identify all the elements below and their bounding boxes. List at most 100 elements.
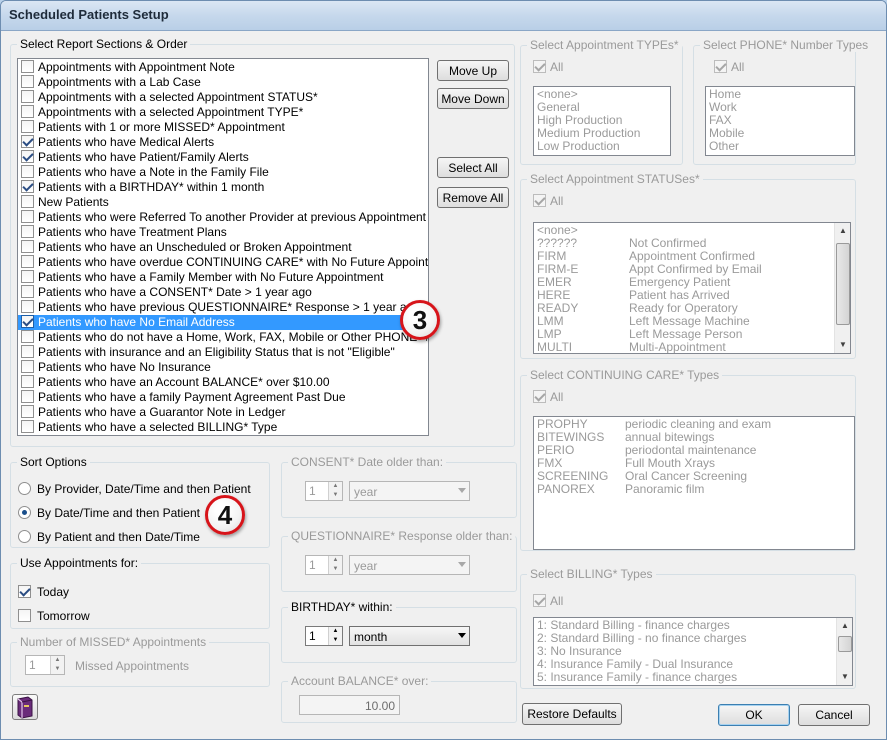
report-section-checkbox[interactable] bbox=[21, 285, 34, 298]
report-section-checkbox[interactable] bbox=[21, 180, 34, 193]
balance-amount-field[interactable]: 10.00 bbox=[299, 695, 400, 715]
consent-value-spinner[interactable]: 1 ▲ ▼ bbox=[305, 481, 343, 501]
continuing-care-list[interactable]: PROPHY periodic cleaning and exam BITEWING… bbox=[533, 416, 855, 550]
report-section-label: Appointments with a Lab Case bbox=[38, 75, 201, 89]
billing-types-list[interactable]: 1: Standard Billing - finance charges 2: … bbox=[533, 617, 853, 686]
report-sections-list[interactable]: Appointments with Appointment Note Appoin… bbox=[17, 58, 429, 436]
report-section-row[interactable]: Patients who have an Account BALANCE* ov… bbox=[18, 375, 428, 390]
missed-count-spinner[interactable]: 1 ▲ ▼ bbox=[25, 655, 65, 675]
report-section-label: Patients who have Medical Alerts bbox=[38, 135, 215, 149]
report-section-row[interactable]: Appointments with a selected Appointment… bbox=[18, 90, 428, 105]
report-section-checkbox[interactable] bbox=[21, 375, 34, 388]
birthday-value-spinner[interactable]: 1 ▲ ▼ bbox=[305, 626, 343, 646]
birthday-unit-combo[interactable]: month bbox=[349, 626, 470, 646]
use-appointments-option[interactable]: Today bbox=[18, 580, 90, 604]
report-section-checkbox[interactable] bbox=[21, 270, 34, 283]
continuing-care-item[interactable]: PANOREX Panoramic film bbox=[534, 483, 854, 496]
consent-unit-combo[interactable]: year bbox=[349, 481, 470, 501]
sort-option-radio[interactable] bbox=[18, 482, 31, 495]
appt-types-all-checkbox[interactable]: All bbox=[533, 60, 563, 74]
appt-statuses-list[interactable]: ▲ ▼ <none>?????? Not Confirmed FIRM Appoint… bbox=[533, 222, 851, 354]
report-section-row[interactable]: Patients who have Patient/Family Alerts bbox=[18, 150, 428, 165]
all-label: All bbox=[731, 60, 745, 74]
report-section-row[interactable]: Appointments with a Lab Case bbox=[18, 75, 428, 90]
report-section-row[interactable]: Patients who do not have a Home, Work, F… bbox=[18, 330, 428, 345]
report-section-checkbox[interactable] bbox=[21, 75, 34, 88]
sort-option-label: By Provider, Date/Time and then Patient bbox=[37, 482, 251, 496]
scrollbar-thumb[interactable] bbox=[838, 636, 852, 652]
report-section-row[interactable]: Patients who have No Email Address bbox=[18, 315, 428, 330]
continuing-care-all-checkbox[interactable]: All bbox=[533, 390, 563, 404]
continuing-care-item-desc: annual bitewings bbox=[625, 430, 715, 444]
report-section-checkbox[interactable] bbox=[21, 300, 34, 313]
report-section-checkbox[interactable] bbox=[21, 135, 34, 148]
report-section-checkbox[interactable] bbox=[21, 345, 34, 358]
report-section-checkbox[interactable] bbox=[21, 150, 34, 163]
report-section-row[interactable]: Appointments with Appointment Note bbox=[18, 60, 428, 75]
report-section-checkbox[interactable] bbox=[21, 255, 34, 268]
phone-types-list[interactable]: Home Work FAX Mobile Other bbox=[705, 86, 855, 156]
report-section-checkbox[interactable] bbox=[21, 120, 34, 133]
report-section-checkbox[interactable] bbox=[21, 90, 34, 103]
questionnaire-value-spinner[interactable]: 1 ▲ ▼ bbox=[305, 555, 343, 575]
report-section-row[interactable]: Patients who have a CONSENT* Date > 1 ye… bbox=[18, 285, 428, 300]
appt-types-list[interactable]: <none> General High Production Medium Produ… bbox=[533, 86, 671, 156]
scroll-up-icon[interactable]: ▲ bbox=[837, 618, 852, 634]
report-section-row[interactable]: Patients who have Medical Alerts bbox=[18, 135, 428, 150]
report-section-row[interactable]: Appointments with a selected Appointment… bbox=[18, 105, 428, 120]
report-section-row[interactable]: Patients who have a family Payment Agree… bbox=[18, 390, 428, 405]
report-section-row[interactable]: Patients who have a Guarantor Note in Le… bbox=[18, 405, 428, 420]
report-section-checkbox[interactable] bbox=[21, 360, 34, 373]
report-section-row[interactable]: Patients who have previous QUESTIONNAIRE… bbox=[18, 300, 428, 315]
report-section-checkbox[interactable] bbox=[21, 390, 34, 403]
report-section-checkbox[interactable] bbox=[21, 330, 34, 343]
report-section-checkbox[interactable] bbox=[21, 60, 34, 73]
billing-types-all-checkbox[interactable]: All bbox=[533, 594, 563, 608]
report-section-checkbox[interactable] bbox=[21, 105, 34, 118]
appt-status-item[interactable]: MULTI Multi-Appointment bbox=[534, 341, 850, 354]
move-up-button[interactable]: Move Up bbox=[437, 60, 509, 81]
appt-type-item[interactable]: Low Production bbox=[534, 140, 670, 153]
report-section-checkbox[interactable] bbox=[21, 225, 34, 238]
report-section-row[interactable]: Patients who have a selected BILLING* Ty… bbox=[18, 420, 428, 435]
report-section-row[interactable]: Patients who have overdue CONTINUING CAR… bbox=[18, 255, 428, 270]
phone-types-all-checkbox[interactable]: All bbox=[714, 60, 744, 74]
report-section-checkbox[interactable] bbox=[21, 195, 34, 208]
report-section-row[interactable]: Patients who were Referred To another Pr… bbox=[18, 210, 428, 225]
billing-type-item[interactable]: 5: Insurance Family - finance charges bbox=[534, 671, 852, 684]
select-all-button[interactable]: Select All bbox=[437, 157, 509, 178]
report-section-checkbox[interactable] bbox=[21, 405, 34, 418]
billing-scrollbar[interactable]: ▲ ▼ bbox=[836, 618, 852, 685]
use-appointments-option[interactable]: Tomorrow bbox=[18, 604, 90, 628]
report-section-row[interactable]: Patients who have Treatment Plans bbox=[18, 225, 428, 240]
sort-option-radio[interactable] bbox=[18, 530, 31, 543]
report-section-row[interactable]: Patients with a BIRTHDAY* within 1 month bbox=[18, 180, 428, 195]
use-appointments-checkbox[interactable] bbox=[18, 585, 31, 598]
restore-defaults-button[interactable]: Restore Defaults bbox=[522, 703, 622, 725]
report-section-row[interactable]: Patients with 1 or more MISSED* Appointm… bbox=[18, 120, 428, 135]
report-section-checkbox[interactable] bbox=[21, 210, 34, 223]
report-section-checkbox[interactable] bbox=[21, 165, 34, 178]
move-down-button[interactable]: Move Down bbox=[437, 88, 509, 109]
questionnaire-group: QUESTIONNAIRE* Response older than: 1 ▲ ▼… bbox=[281, 529, 517, 592]
report-section-checkbox[interactable] bbox=[21, 240, 34, 253]
phone-type-item[interactable]: Other bbox=[706, 140, 854, 153]
book-icon[interactable] bbox=[12, 694, 38, 720]
sort-option-radio[interactable] bbox=[18, 506, 31, 519]
report-section-row[interactable]: New Patients bbox=[18, 195, 428, 210]
ok-button[interactable]: OK bbox=[718, 704, 790, 726]
report-section-checkbox[interactable] bbox=[21, 315, 34, 328]
report-section-row[interactable]: Patients who have an Unscheduled or Brok… bbox=[18, 240, 428, 255]
report-section-row[interactable]: Patients who have a Family Member with N… bbox=[18, 270, 428, 285]
scroll-down-icon[interactable]: ▼ bbox=[837, 669, 852, 685]
appt-statuses-all-checkbox[interactable]: All bbox=[533, 194, 563, 208]
report-section-label: Patients with insurance and an Eligibili… bbox=[38, 345, 395, 359]
report-section-row[interactable]: Patients who have No Insurance bbox=[18, 360, 428, 375]
questionnaire-unit-combo[interactable]: year bbox=[349, 555, 470, 575]
use-appointments-checkbox[interactable] bbox=[18, 609, 31, 622]
remove-all-button[interactable]: Remove All bbox=[437, 187, 509, 208]
cancel-button[interactable]: Cancel bbox=[798, 704, 870, 726]
report-section-row[interactable]: Patients with insurance and an Eligibili… bbox=[18, 345, 428, 360]
report-section-checkbox[interactable] bbox=[21, 420, 34, 433]
report-section-row[interactable]: Patients who have a Note in the Family F… bbox=[18, 165, 428, 180]
